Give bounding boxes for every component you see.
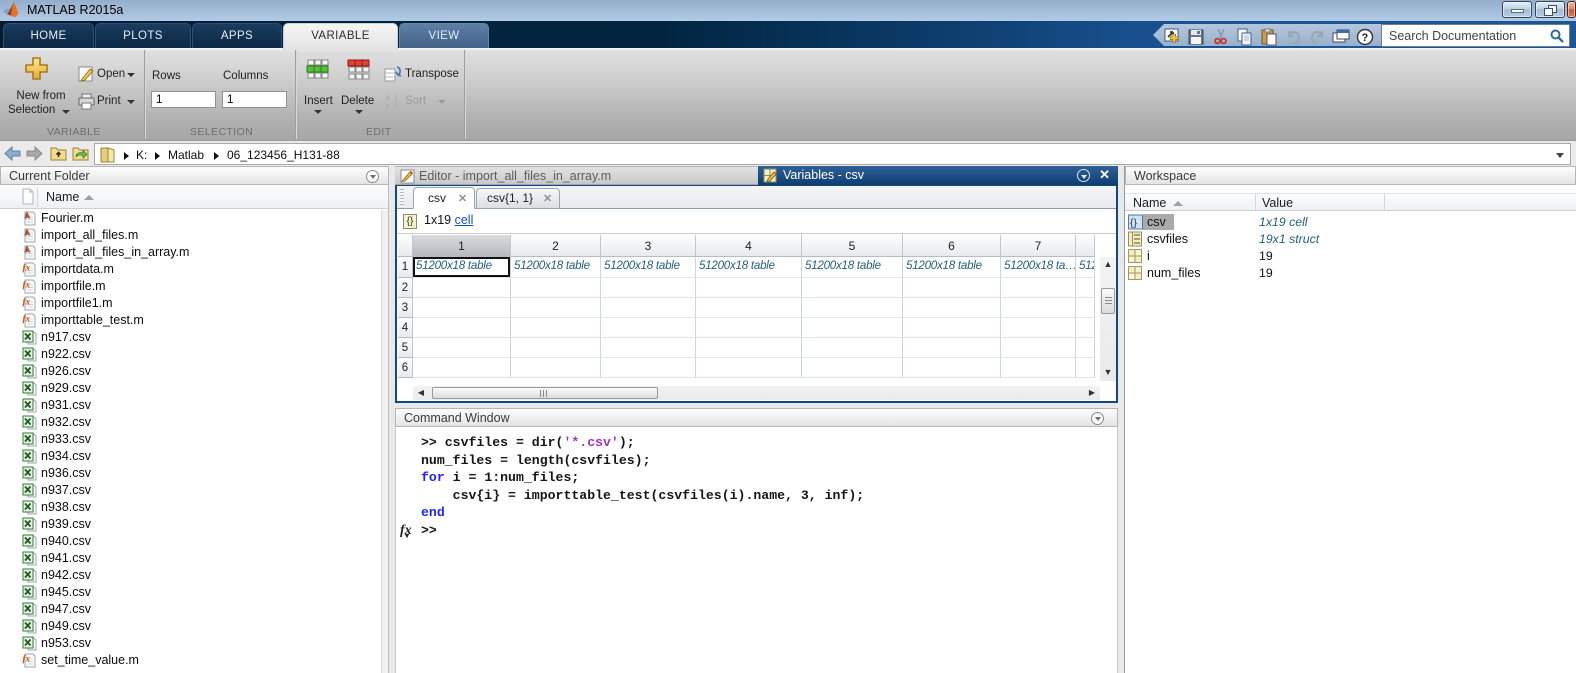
svg-text:fx: fx xyxy=(23,280,31,290)
svg-text:fx: fx xyxy=(23,654,31,664)
svg-text:z: z xyxy=(385,102,389,110)
svg-text:{}: {} xyxy=(1130,217,1138,229)
svg-text:fx: fx xyxy=(23,263,31,273)
svg-text:fx: fx xyxy=(23,314,31,324)
svg-text:?: ? xyxy=(1362,32,1369,44)
svg-text:a: a xyxy=(385,93,390,102)
svg-text:fx: fx xyxy=(23,297,31,307)
